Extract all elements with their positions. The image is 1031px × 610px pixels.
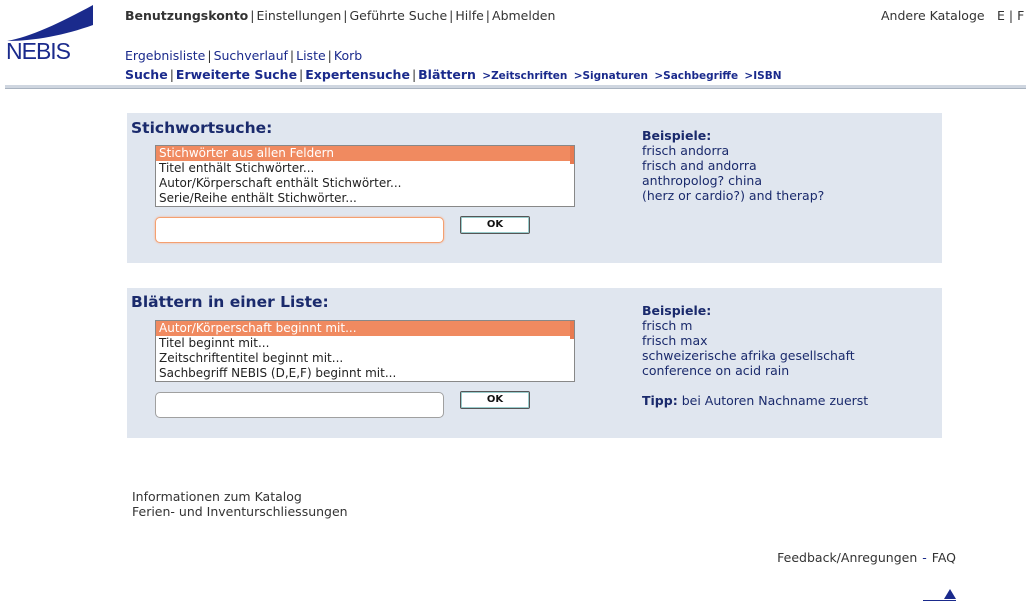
select-option[interactable]: Serie/Reihe enthält Stichwörter... xyxy=(156,191,574,206)
browse-list-title: Blättern in einer Liste: xyxy=(131,293,329,311)
browse-link[interactable]: Blättern xyxy=(418,67,476,82)
select-option[interactable]: Titel beginnt mit... xyxy=(156,336,574,351)
nav-divider: | xyxy=(250,8,255,23)
keyword-search-title: Stichwortsuche: xyxy=(131,119,273,137)
example-item: frisch max xyxy=(642,333,708,348)
browse-ok-button[interactable]: OK xyxy=(460,391,530,409)
keyword-field-select[interactable]: Stichwörter aus allen Feldern Titel enth… xyxy=(155,145,575,207)
tip-text: Tipp: bei Autoren Nachname zuerst xyxy=(642,393,868,408)
settings-link[interactable]: Einstellungen xyxy=(257,8,342,23)
results-list-link[interactable]: Ergebnisliste xyxy=(125,48,205,63)
nav-divider: | xyxy=(485,8,491,23)
nav-divider: | xyxy=(343,8,348,23)
sub-nav-search: Suche | Erweiterte Suche | Expertensuche | Blä… xyxy=(125,67,781,82)
listbox-scrollbar[interactable] xyxy=(570,146,574,164)
logout-link[interactable]: Abmelden xyxy=(492,8,555,23)
footer: Feedback/Anregungen - FAQ xyxy=(777,550,956,565)
search-history-link[interactable]: Suchverlauf xyxy=(214,48,288,63)
tip-label: Tipp: xyxy=(642,393,678,408)
nav-divider: | xyxy=(207,48,212,63)
nav-divider: | xyxy=(449,8,454,23)
nav-divider: | xyxy=(411,67,417,82)
top-nav: Benutzungskonto | Einstellungen | Geführte S… xyxy=(125,8,555,23)
example-item: anthropolog? china xyxy=(642,173,763,188)
arrow-up-icon xyxy=(944,589,956,599)
feedback-link[interactable]: Feedback/Anregungen xyxy=(777,550,917,565)
tip-content: bei Autoren Nachname zuerst xyxy=(681,393,869,408)
list-link[interactable]: Liste xyxy=(296,48,326,63)
language-switcher: E | F xyxy=(997,8,1024,23)
journals-link[interactable]: >Zeitschriften xyxy=(482,70,567,82)
holiday-closures-link[interactable]: Ferien- und Inventurschliessungen xyxy=(132,504,348,519)
select-option[interactable]: Autor/Körperschaft enthält Stichwörter..… xyxy=(156,176,574,191)
select-option[interactable]: Zeitschriftentitel beginnt mit... xyxy=(156,351,574,366)
info-links: Informationen zum Katalog Ferien- und In… xyxy=(132,489,348,519)
example-item: (herz or cardio?) and therap? xyxy=(642,188,825,203)
example-item: frisch and andorra xyxy=(642,158,757,173)
example-item: conference on acid rain xyxy=(642,363,790,378)
nav-divider: | xyxy=(327,48,332,63)
signatures-link[interactable]: >Signaturen xyxy=(574,70,648,82)
nav-divider: | xyxy=(289,48,295,63)
nav-divider: | xyxy=(1008,8,1014,23)
faq-link[interactable]: FAQ xyxy=(932,550,956,565)
logo-text: NEBIS xyxy=(6,38,71,64)
guided-search-link[interactable]: Geführte Suche xyxy=(349,8,447,23)
listbox-scrollbar[interactable] xyxy=(570,321,574,339)
examples-label: Beispiele: xyxy=(642,303,712,318)
examples-label: Beispiele: xyxy=(642,128,712,143)
nav-divider: | xyxy=(299,67,304,82)
browse-list-panel: Blättern in einer Liste: Autor/Körpersch… xyxy=(127,288,942,438)
example-item: schweizerische afrika gesellschaft xyxy=(642,348,855,363)
header-divider xyxy=(5,85,1026,89)
language-e-link[interactable]: E xyxy=(997,8,1005,23)
catalog-info-link[interactable]: Informationen zum Katalog xyxy=(132,489,348,504)
basket-link[interactable]: Korb xyxy=(334,48,362,63)
select-option[interactable]: Stichwörter aus allen Feldern xyxy=(156,146,574,161)
sub-nav-results: Ergebnisliste | Suchverlauf | Liste | Korb xyxy=(125,48,362,63)
browse-examples: Beispiele: frisch m frisch max schweizer… xyxy=(642,303,868,408)
search-link[interactable]: Suche xyxy=(125,67,168,82)
browse-field-select[interactable]: Autor/Körperschaft beginnt mit... Titel … xyxy=(155,320,575,382)
nav-divider: | xyxy=(169,67,174,82)
other-catalogs-link[interactable]: Andere Kataloge xyxy=(881,8,985,23)
advanced-search-link[interactable]: Erweiterte Suche xyxy=(176,67,297,82)
keyword-search-panel: Stichwortsuche: Stichwörter aus allen Fe… xyxy=(127,113,942,263)
account-link[interactable]: Benutzungskonto xyxy=(125,8,248,23)
language-f-link[interactable]: F xyxy=(1017,8,1024,23)
footer-separator: - xyxy=(922,550,927,565)
select-option[interactable]: Titel enthält Stichwörter... xyxy=(156,161,574,176)
expert-search-link[interactable]: Expertensuche xyxy=(305,67,410,82)
example-item: frisch m xyxy=(642,318,693,333)
help-link[interactable]: Hilfe xyxy=(455,8,483,23)
browse-input[interactable] xyxy=(155,392,444,418)
keyword-ok-button[interactable]: OK xyxy=(460,216,530,234)
isbn-link[interactable]: >ISBN xyxy=(744,70,781,82)
keyword-search-input[interactable] xyxy=(155,217,444,243)
back-to-top-link[interactable] xyxy=(923,588,956,601)
select-option[interactable]: Sachbegriff NEBIS (D,E,F) beginnt mit... xyxy=(156,366,574,381)
select-option[interactable]: Autor/Körperschaft beginnt mit... xyxy=(156,321,574,336)
keyword-examples: Beispiele: frisch andorra frisch and and… xyxy=(642,128,824,203)
subjects-link[interactable]: >Sachbegriffe xyxy=(654,70,738,82)
example-item: frisch andorra xyxy=(642,143,730,158)
